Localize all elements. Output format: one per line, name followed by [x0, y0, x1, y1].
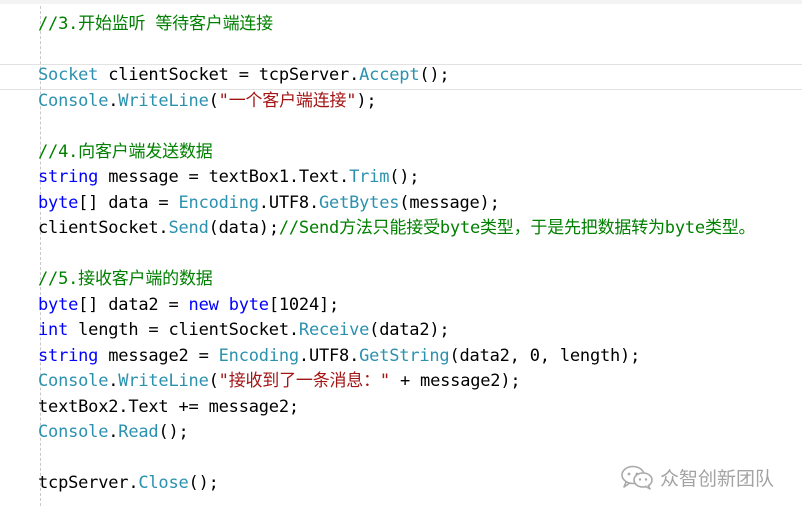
code-token: string	[38, 345, 99, 366]
code-line: int length = clientSocket.Receive(data2)…	[38, 318, 450, 343]
code-line: //3.开始监听 等待客户端连接	[38, 12, 273, 37]
code-token: (message);	[399, 192, 500, 213]
code-token: //Send方法只能接受byte类型，于是先把数据转为byte类型。	[278, 218, 756, 238]
code-token: Console	[38, 422, 109, 442]
code-token: Encoding	[218, 345, 299, 366]
code-token: byte	[38, 294, 79, 315]
code-token: [] data2 =	[78, 294, 189, 315]
code-line: byte[] data2 = new byte[1024];	[38, 293, 339, 318]
code-token: (data);	[208, 218, 279, 238]
code-token: textBox2.Text += message2;	[38, 396, 299, 417]
code-token: .	[108, 90, 119, 111]
code-line: Console.WriteLine("接收到了一条消息：" + message2…	[38, 369, 521, 394]
code-token: length = clientSocket.	[68, 320, 299, 340]
code-token: WriteLine	[118, 90, 209, 111]
code-line: string message = textBox1.Text.Trim();	[38, 165, 420, 190]
code-token: Send	[168, 218, 209, 238]
wechat-icon	[621, 465, 653, 490]
code-token: [1024];	[268, 294, 340, 315]
code-token: clientSocket = tcpServer.	[98, 65, 360, 85]
code-line: clientSocket.Send(data);//Send方法只能接受byte…	[38, 216, 756, 241]
code-token: .UTF8.	[258, 192, 319, 213]
code-token: Console	[38, 371, 109, 391]
code-token: //5.接收客户端的数据	[38, 269, 213, 289]
code-token: (	[208, 371, 219, 391]
code-token: clientSocket.	[38, 218, 169, 238]
code-token: Socket	[38, 65, 99, 85]
code-token: ();	[419, 65, 450, 85]
code-token: Accept	[359, 65, 420, 85]
code-token: ();	[158, 422, 189, 442]
code-line: textBox2.Text += message2;	[38, 395, 299, 420]
code-token: .UTF8.	[298, 345, 360, 366]
code-token: (data2, 0, length);	[449, 345, 641, 366]
code-line: Socket clientSocket = tcpServer.Accept()…	[38, 63, 450, 88]
code-token: message = textBox1.Text.	[98, 167, 350, 187]
watermark-text: 众智创新团队	[660, 467, 775, 490]
code-token: message2 =	[98, 345, 219, 366]
code-token: "一个客户端连接"	[218, 90, 357, 111]
code-line: //4.向客户端发送数据	[38, 140, 213, 165]
code-token: new	[188, 294, 219, 315]
watermark: 众智创新团队	[620, 462, 774, 492]
code-token: );	[356, 90, 377, 111]
code-token: string	[38, 167, 99, 187]
code-token: byte	[38, 192, 79, 213]
code-token: + message2);	[389, 371, 521, 391]
code-line: //5.接收客户端的数据	[38, 267, 213, 292]
code-token: Trim	[349, 167, 390, 187]
code-line: byte[] data = Encoding.UTF8.GetBytes(mes…	[38, 191, 500, 216]
code-line: string message2 = Encoding.UTF8.GetStrin…	[38, 344, 640, 369]
code-token: WriteLine	[118, 371, 209, 391]
code-line: Console.Read();	[38, 420, 189, 445]
code-token: Read	[118, 422, 159, 442]
code-token: Encoding	[178, 192, 259, 213]
code-token: Console	[38, 90, 109, 111]
code-token: .	[108, 371, 119, 391]
code-token: "接收到了一条消息："	[218, 371, 390, 391]
code-token: GetBytes	[319, 192, 400, 213]
code-token: (data2);	[369, 320, 450, 340]
code-token: Close	[138, 473, 189, 493]
code-token: GetString	[359, 345, 450, 366]
editor-top-border	[0, 0, 802, 4]
code-token: .	[108, 422, 119, 442]
code-token: Receive	[298, 320, 370, 340]
code-token: byte	[228, 294, 269, 315]
code-line: Console.WriteLine("一个客户端连接");	[38, 89, 377, 114]
code-token: tcpServer.	[38, 473, 139, 493]
code-token: int	[38, 320, 69, 340]
code-editor[interactable]: //3.开始监听 等待客户端连接 Socket clientSocket = tc…	[0, 0, 802, 510]
code-line: tcpServer.Close();	[38, 471, 219, 496]
code-token: //4.向客户端发送数据	[38, 141, 213, 162]
code-token: //3.开始监听 等待客户端连接	[38, 14, 273, 34]
code-token: (	[208, 90, 219, 111]
code-token: [] data =	[78, 192, 179, 213]
code-token: ();	[389, 167, 420, 187]
code-token: ();	[188, 473, 219, 493]
